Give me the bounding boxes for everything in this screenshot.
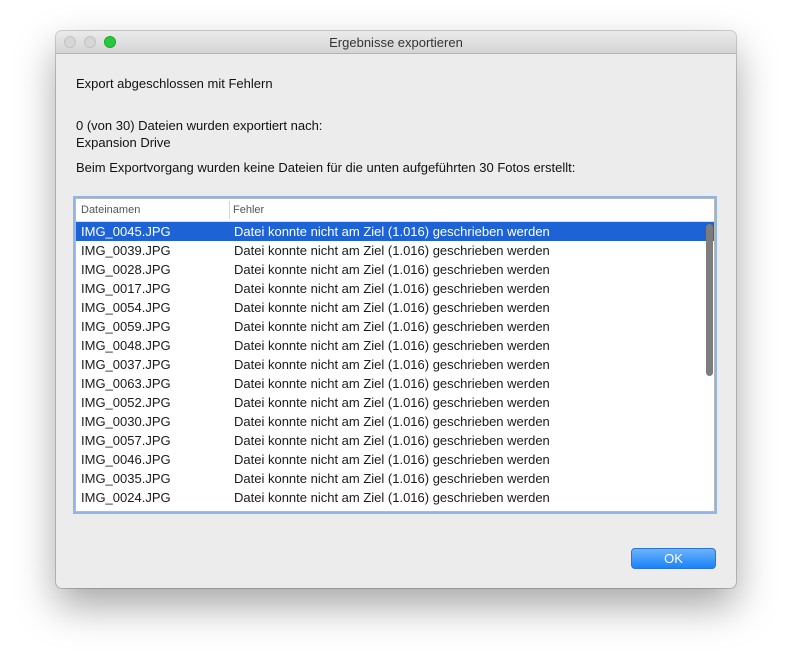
- error-cell: Datei konnte nicht am Ziel (1.016) gesch…: [234, 471, 550, 486]
- filename-cell: IMG_0054.JPG: [81, 300, 171, 315]
- error-cell: Datei konnte nicht am Ziel (1.016) gesch…: [234, 319, 550, 334]
- table-row[interactable]: IMG_0039.JPG Datei konnte nicht am Ziel (…: [76, 241, 714, 260]
- table-rows: IMG_0045.JPG Datei konnte nicht am Ziel (…: [76, 222, 714, 511]
- filename-cell: IMG_0017.JPG: [81, 281, 171, 296]
- table-row[interactable]: IMG_0017.JPG Datei konnte nicht am Ziel (…: [76, 279, 714, 298]
- error-cell: Datei konnte nicht am Ziel (1.016) gesch…: [234, 357, 550, 372]
- table-row[interactable]: IMG_0028.JPG Datei konnte nicht am Ziel (…: [76, 260, 714, 279]
- error-cell: Datei konnte nicht am Ziel (1.016) gesch…: [234, 490, 550, 505]
- error-cell: Datei konnte nicht am Ziel (1.016) gesch…: [234, 376, 550, 391]
- table-row[interactable]: IMG_0054.JPG Datei konnte nicht am Ziel (…: [76, 298, 714, 317]
- error-cell: Datei konnte nicht am Ziel (1.016) gesch…: [234, 300, 550, 315]
- table-row[interactable]: IMG_0035.JPG Datei konnte nicht am Ziel (…: [76, 469, 714, 488]
- filename-cell: IMG_0057.JPG: [81, 433, 171, 448]
- table-row[interactable]: IMG_0046.JPG Datei konnte nicht am Ziel (…: [76, 450, 714, 469]
- export-detail-message: Beim Exportvorgang wurden keine Dateien …: [76, 160, 576, 175]
- filename-cell: IMG_0035.JPG: [81, 471, 171, 486]
- table-row[interactable]: IMG_0024.JPG Datei konnte nicht am Ziel (…: [76, 488, 714, 507]
- filename-cell: IMG_0063.JPG: [81, 376, 171, 391]
- vertical-scrollbar[interactable]: [706, 224, 713, 376]
- table-row[interactable]: IMG_0059.JPG Datei konnte nicht am Ziel (…: [76, 317, 714, 336]
- table-row[interactable]: IMG_0052.JPG Datei konnte nicht am Ziel (…: [76, 393, 714, 412]
- filename-cell: IMG_0037.JPG: [81, 357, 171, 372]
- error-cell: Datei konnte nicht am Ziel (1.016) gesch…: [234, 281, 550, 296]
- filename-cell: IMG_0048.JPG: [81, 338, 171, 353]
- export-summary: 0 (von 30) Dateien wurden exportiert nac…: [76, 118, 323, 133]
- error-cell: Datei konnte nicht am Ziel (1.016) gesch…: [234, 224, 550, 239]
- filename-cell: IMG_0059.JPG: [81, 319, 171, 334]
- ok-button[interactable]: OK: [631, 548, 716, 569]
- export-destination: Expansion Drive: [76, 135, 171, 150]
- window-title: Ergebnisse exportieren: [329, 35, 463, 50]
- error-cell: Datei konnte nicht am Ziel (1.016) gesch…: [234, 395, 550, 410]
- table-row[interactable]: IMG_0063.JPG Datei konnte nicht am Ziel (…: [76, 374, 714, 393]
- column-header-filename[interactable]: Dateinamen: [81, 204, 140, 216]
- filename-cell: IMG_0045.JPG: [81, 224, 171, 239]
- filename-cell: IMG_0046.JPG: [81, 452, 171, 467]
- error-cell: Datei konnte nicht am Ziel (1.016) gesch…: [234, 262, 550, 277]
- table-row[interactable]: IMG_0045.JPG Datei konnte nicht am Ziel (…: [76, 222, 714, 241]
- filename-cell: IMG_0030.JPG: [81, 414, 171, 429]
- error-cell: Datei konnte nicht am Ziel (1.016) gesch…: [234, 243, 550, 258]
- table-row[interactable]: IMG_0030.JPG Datei konnte nicht am Ziel (…: [76, 412, 714, 431]
- failed-files-table[interactable]: Dateinamen Fehler IMG_0045.JPG Datei konn…: [75, 198, 715, 512]
- export-results-dialog: Ergebnisse exportieren Export abgeschlos…: [56, 31, 736, 588]
- title-bar[interactable]: Ergebnisse exportieren: [56, 31, 736, 54]
- column-divider[interactable]: [229, 201, 230, 219]
- error-cell: Datei konnte nicht am Ziel (1.016) gesch…: [234, 452, 550, 467]
- table-row[interactable]: IMG_0057.JPG Datei konnte nicht am Ziel (…: [76, 431, 714, 450]
- column-header-error[interactable]: Fehler: [233, 204, 264, 216]
- error-cell: Datei konnte nicht am Ziel (1.016) gesch…: [234, 433, 550, 448]
- table-header: Dateinamen Fehler: [76, 199, 714, 222]
- error-cell: Datei konnte nicht am Ziel (1.016) gesch…: [234, 338, 550, 353]
- table-row[interactable]: IMG_0037.JPG Datei konnte nicht am Ziel (…: [76, 355, 714, 374]
- filename-cell: IMG_0052.JPG: [81, 395, 171, 410]
- filename-cell: IMG_0028.JPG: [81, 262, 171, 277]
- filename-cell: IMG_0024.JPG: [81, 490, 171, 505]
- export-status-heading: Export abgeschlossen mit Fehlern: [76, 76, 273, 91]
- table-row[interactable]: IMG_0048.JPG Datei konnte nicht am Ziel (…: [76, 336, 714, 355]
- filename-cell: IMG_0039.JPG: [81, 243, 171, 258]
- error-cell: Datei konnte nicht am Ziel (1.016) gesch…: [234, 414, 550, 429]
